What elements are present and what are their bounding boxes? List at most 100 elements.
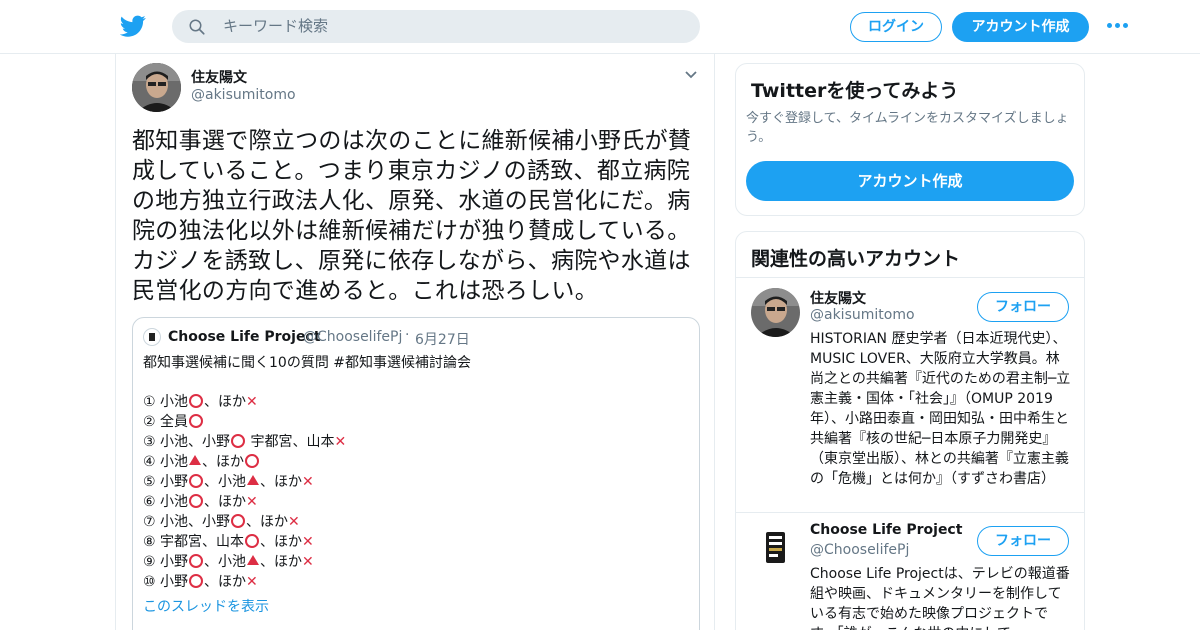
cross-mark-icon: ✕ bbox=[302, 554, 314, 570]
person-photo-icon bbox=[132, 63, 181, 112]
account-handle[interactable]: @akisumitomo bbox=[810, 307, 915, 323]
question-item-text: ⑨ 小野 bbox=[143, 554, 189, 570]
search-placeholder: キーワード検索 bbox=[223, 17, 329, 35]
choose-life-logo-icon bbox=[751, 523, 800, 572]
more-dots-icon[interactable] bbox=[1107, 18, 1131, 32]
cross-mark-icon: ✕ bbox=[334, 434, 347, 450]
cross-mark-icon: ✕ bbox=[246, 494, 258, 510]
question-item: ⑥ 小池 、ほか✕ bbox=[143, 492, 683, 512]
red-circle-icon bbox=[245, 534, 260, 548]
account-bio: HISTORIAN 歴史学者（日本近現代史）、MUSIC LOVER、大阪府立大… bbox=[810, 331, 1071, 487]
divider bbox=[736, 277, 1084, 278]
account-bio: Choose Life Projectは、テレビの報道番組や映画、ドキュメンタリ… bbox=[810, 566, 1070, 630]
red-circle-icon bbox=[189, 574, 204, 588]
author-avatar[interactable] bbox=[132, 63, 181, 112]
red-triangle-icon bbox=[247, 555, 260, 565]
quoted-text: 都知事選候補に聞く10の質問 #都知事選候補討論会 bbox=[143, 355, 471, 371]
question-item-text: 宇都宮、山本 bbox=[246, 434, 335, 450]
question-item: ④ 小池 、ほか bbox=[143, 452, 683, 472]
related-accounts-card: 関連性の高いアカウント 住友陽文 @akisumitomo フォロー HISTO… bbox=[735, 231, 1085, 630]
cross-mark-icon: ✕ bbox=[302, 534, 314, 550]
question-item-text: 、ほか bbox=[260, 534, 303, 550]
red-circle-icon bbox=[189, 554, 204, 568]
dot-separator: · bbox=[405, 327, 410, 343]
question-item: ⑩ 小野 、ほか✕ bbox=[143, 572, 683, 592]
red-triangle-icon bbox=[189, 455, 202, 465]
quoted-date: 6月27日 bbox=[415, 332, 470, 348]
follow-button[interactable]: フォロー bbox=[977, 292, 1069, 322]
red-circle-icon bbox=[189, 414, 204, 428]
tweet-line: 民営化の方向で進めると。これは恐ろしい。 bbox=[132, 278, 598, 304]
person-photo-icon bbox=[751, 288, 800, 337]
question-item: ⑦ 小池、小野 、ほか✕ bbox=[143, 512, 683, 532]
question-item-text: ② 全員 bbox=[143, 414, 189, 430]
follow-button[interactable]: フォロー bbox=[977, 526, 1069, 556]
quoted-author-name: Choose Life Project bbox=[168, 329, 321, 345]
red-triangle-icon bbox=[247, 475, 260, 485]
cross-mark-icon: ✕ bbox=[246, 394, 258, 410]
twitter-bird-icon[interactable] bbox=[120, 13, 146, 39]
card-description: 今すぐ登録して、タイムラインをカスタマイズしましょう。 bbox=[746, 111, 1069, 145]
question-item: ⑨ 小野 、小池 、ほか✕ bbox=[143, 552, 683, 572]
red-circle-icon bbox=[189, 394, 204, 408]
question-item-text: 、ほか bbox=[246, 514, 289, 530]
account-avatar[interactable] bbox=[751, 288, 800, 337]
search-input[interactable]: キーワード検索 bbox=[172, 10, 700, 43]
try-twitter-card: Twitterを使ってみよう 今すぐ登録して、タイムラインをカスタマイズしましょ… bbox=[735, 63, 1085, 216]
search-icon bbox=[189, 19, 205, 35]
question-item-text: ⑩ 小野 bbox=[143, 574, 189, 590]
tweet-text: 都知事選で際立つのは次のことに維新候補小野氏が賛 成していること。つまり東京カジ… bbox=[132, 126, 702, 306]
author-handle[interactable]: @akisumitomo bbox=[191, 87, 296, 103]
signup-button[interactable]: アカウント作成 bbox=[952, 12, 1089, 42]
chevron-down-icon[interactable] bbox=[684, 70, 698, 80]
account-name[interactable]: Choose Life Project bbox=[810, 522, 962, 538]
create-account-button[interactable]: アカウント作成 bbox=[746, 161, 1074, 201]
login-button[interactable]: ログイン bbox=[850, 12, 942, 42]
account-avatar[interactable] bbox=[751, 523, 800, 572]
question-item: ② 全員 bbox=[143, 412, 683, 432]
cross-mark-icon: ✕ bbox=[246, 574, 258, 590]
account-handle[interactable]: @ChooselifePj bbox=[810, 542, 909, 558]
card-title: 関連性の高いアカウント bbox=[751, 248, 961, 270]
quoted-avatar bbox=[143, 328, 161, 346]
question-item-text: 、ほか bbox=[202, 454, 245, 470]
red-circle-icon bbox=[231, 514, 246, 528]
question-item-text: ③ 小池、小野 bbox=[143, 434, 231, 450]
question-item: ⑧ 宇都宮、山本 、ほか✕ bbox=[143, 532, 683, 552]
cross-mark-icon: ✕ bbox=[302, 474, 314, 490]
quoted-tweet[interactable]: Choose Life Project @ChooselifePj · 6月27… bbox=[132, 317, 700, 630]
tweet-line: 都知事選で際立つのは次のことに維新候補小野氏が賛 bbox=[132, 128, 692, 154]
question-item-text: ④ 小池 bbox=[143, 454, 189, 470]
question-item-text: 、ほか bbox=[204, 494, 247, 510]
card-title: Twitterを使ってみよう bbox=[751, 80, 959, 102]
red-circle-icon bbox=[245, 454, 260, 468]
question-item-text: 、ほか bbox=[204, 394, 247, 410]
question-item-text: ⑤ 小野 bbox=[143, 474, 189, 490]
cross-mark-icon: ✕ bbox=[288, 514, 300, 530]
top-navigation-bar: キーワード検索 ログイン アカウント作成 bbox=[0, 0, 1200, 54]
show-thread-link[interactable]: このスレッドを表示 bbox=[143, 596, 269, 616]
author-name[interactable]: 住友陽文 bbox=[191, 67, 247, 87]
question-item-text: 、ほか bbox=[204, 574, 247, 590]
tweet-line: の地方独立行政法人化、原発、水道の民営化にだ。病 bbox=[132, 188, 691, 214]
question-item-text: 、小池 bbox=[204, 474, 247, 490]
question-item-text: 、ほか bbox=[260, 474, 303, 490]
question-item: ① 小池 、ほか✕ bbox=[143, 392, 683, 412]
tweet-line: 成していること。つまり東京カジノの誘致、都立病院 bbox=[132, 158, 691, 184]
question-item: ③ 小池、小野 宇都宮、山本✕ bbox=[143, 432, 683, 452]
red-circle-icon bbox=[231, 434, 246, 448]
question-item-text: ⑥ 小池 bbox=[143, 494, 189, 510]
question-item-text: ① 小池 bbox=[143, 394, 189, 410]
tweet-line: カジノを誘致し、原発に依存しながら、病院や水道は bbox=[132, 248, 691, 274]
tweet-panel: 住友陽文 @akisumitomo 都知事選で際立つのは次のことに維新候補小野氏… bbox=[115, 54, 715, 630]
tweet-line: 院の独法化以外は維新候補だけが独り賛成している。 bbox=[132, 218, 691, 244]
red-circle-icon bbox=[189, 494, 204, 508]
question-item-text: ⑦ 小池、小野 bbox=[143, 514, 231, 530]
account-name[interactable]: 住友陽文 bbox=[810, 288, 866, 308]
question-item: ⑤ 小野 、小池 、ほか✕ bbox=[143, 472, 683, 492]
question-item-text: ⑧ 宇都宮、山本 bbox=[143, 534, 245, 550]
quoted-author-handle: @ChooselifePj bbox=[303, 329, 403, 345]
question-list: ① 小池 、ほか✕ ② 全員 ③ 小池、小野 宇都宮、山本✕ ④ 小池 、ほか ⑤ 小野 、小… bbox=[143, 392, 683, 592]
question-item-text: 、小池 bbox=[204, 554, 247, 570]
red-circle-icon bbox=[189, 474, 204, 488]
